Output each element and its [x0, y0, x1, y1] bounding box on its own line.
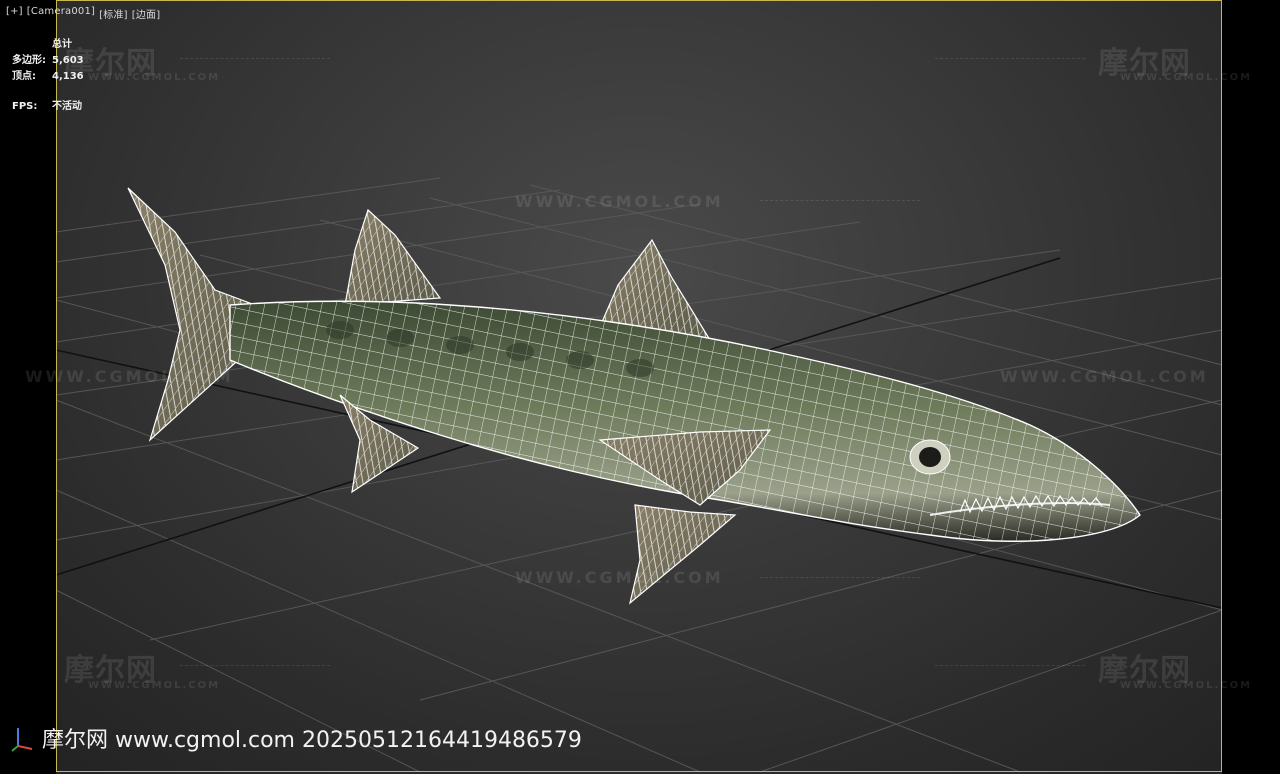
polygon-count-row: 多边形: 5,603: [12, 53, 84, 69]
polygon-count-value: 5,603: [52, 55, 84, 66]
viewport-general-menu[interactable]: [+]: [6, 6, 23, 21]
watermark-divider: [180, 58, 330, 59]
footer-watermark: 摩尔网 www.cgmol.com 20250512164419486579: [10, 722, 582, 754]
statistics-title: 总计: [52, 39, 72, 50]
watermark-divider: [760, 200, 920, 201]
vertex-count-label: 顶点:: [12, 71, 36, 82]
viewport-camera001[interactable]: 摩尔网 WWW.CGMOL.COM 摩尔网 WWW.CGMOL.COM 摩尔网 …: [0, 0, 1280, 774]
viewport-shading-menu[interactable]: [标准]: [99, 6, 128, 21]
footer-text: 摩尔网 www.cgmol.com 20250512164419486579: [42, 728, 582, 753]
watermark-caption: WWW.CGMOL.COM: [88, 680, 221, 691]
watermark-caption: WWW.CGMOL.COM: [88, 72, 221, 83]
fps-row: FPS: 不活动: [12, 99, 84, 115]
polygon-count-label: 多边形:: [12, 55, 46, 66]
vertex-count-value: 4,136: [52, 71, 84, 82]
watermark-divider: [180, 665, 330, 666]
fps-label: FPS:: [12, 101, 38, 112]
watermark-divider: [935, 58, 1085, 59]
watermark-divider: [935, 665, 1085, 666]
watermark-url: WWW.CGMOL.COM: [515, 192, 724, 211]
vertex-count-row: 顶点: 4,136: [12, 69, 84, 85]
watermark-url: WWW.CGMOL.COM: [1000, 367, 1209, 386]
viewport-display-style-menu[interactable]: [边面]: [132, 6, 161, 21]
viewport-label-menu: [+] [Camera001] [标准] [边面]: [6, 6, 160, 21]
watermark-url: WWW.CGMOL.COM: [515, 568, 724, 587]
viewport-point-of-view-menu[interactable]: [Camera001]: [27, 6, 95, 21]
scene-graphics: [55, 177, 1223, 773]
watermark-divider: [760, 577, 920, 578]
statistics-overlay: 总计 多边形: 5,603 顶点: 4,136 FPS: 不活动: [12, 37, 84, 115]
fps-value: 不活动: [52, 101, 82, 112]
watermark-url: WWW.CGMOL.COM: [25, 367, 234, 386]
axis-gizmo-icon: [11, 728, 33, 752]
watermark-caption: WWW.CGMOL.COM: [1120, 680, 1253, 691]
fish-model: [127, 187, 1141, 605]
watermark-caption: WWW.CGMOL.COM: [1120, 72, 1253, 83]
